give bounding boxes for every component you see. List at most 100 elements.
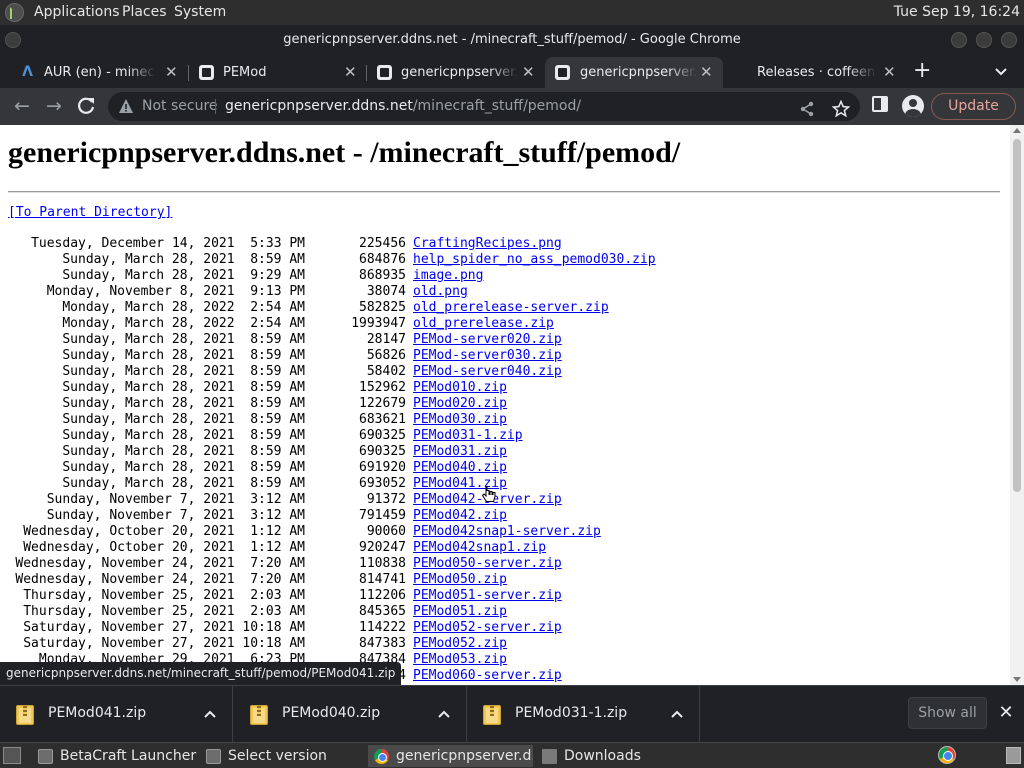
file-link[interactable]: PEMod042snap1-server.zip [413, 524, 601, 540]
file-link[interactable]: PEMod052.zip [413, 636, 507, 652]
bookmark-star-icon[interactable] [832, 100, 850, 118]
scroll-up-icon[interactable] [1013, 128, 1021, 133]
tray-chrome-icon[interactable] [938, 746, 956, 764]
page-icon [555, 65, 570, 80]
not-secure-label[interactable]: Not secure [142, 98, 218, 114]
download-item[interactable]: PEMod031-1.zip [467, 686, 700, 742]
file-link[interactable]: PEMod052-server.zip [413, 620, 562, 636]
places-menu[interactable]: Places [122, 4, 167, 20]
file-link[interactable]: PEMod042snap1.zip [413, 540, 546, 556]
taskbar-item-select-version[interactable]: Select version [200, 745, 365, 767]
file-link[interactable]: PEMod-server040.zip [413, 364, 562, 380]
close-download-shelf-icon[interactable]: ✕ [996, 703, 1016, 723]
scroll-down-icon[interactable] [1013, 677, 1021, 682]
file-date: Sunday, March 28, 2021 8:59 AM [62, 396, 305, 411]
tab-genericpnpserver-active[interactable]: genericpnpserver.ddns ✕ [545, 57, 723, 88]
update-button[interactable]: Update [931, 93, 1016, 120]
file-link[interactable]: PEMod-server020.zip [413, 332, 562, 348]
chevron-up-icon[interactable] [202, 706, 218, 722]
parent-directory-link[interactable]: [To Parent Directory] [8, 205, 172, 220]
vertical-scrollbar[interactable] [1010, 125, 1024, 685]
listing-row: Sunday, March 28, 2021 8:59 AM 691920 PEMo… [0, 460, 1010, 476]
close-icon[interactable]: ✕ [883, 57, 896, 88]
file-date: Thursday, November 25, 2021 2:03 AM [23, 588, 305, 603]
file-link[interactable]: PEMod051-server.zip [413, 588, 562, 604]
address-bar[interactable]: Not secure genericpnpserver.ddns.net/min… [108, 92, 860, 121]
share-icon[interactable] [798, 100, 816, 118]
back-icon[interactable]: ← [10, 94, 34, 118]
show-desktop-icon[interactable] [3, 747, 21, 764]
file-link[interactable]: CraftingRecipes.png [413, 236, 562, 252]
taskbar-item-betacraft[interactable]: BetaCraft Launcher ... [32, 745, 197, 767]
applications-menu[interactable]: Applications [34, 4, 120, 20]
file-date: Monday, March 28, 2022 2:54 AM [62, 316, 305, 331]
file-link[interactable]: PEMod050-server.zip [413, 556, 562, 572]
file-link[interactable]: PEMod031.zip [413, 444, 507, 460]
side-panel-icon[interactable] [872, 96, 888, 112]
show-all-downloads-button[interactable]: Show all [908, 697, 987, 729]
close-icon[interactable]: ✕ [165, 57, 178, 88]
url-text[interactable]: genericpnpserver.ddns.net/minecraft_stuf… [225, 98, 581, 114]
listing-row: Wednesday, November 24, 2021 7:20 AM 8147… [0, 572, 1010, 588]
file-date: Sunday, March 28, 2021 8:59 AM [62, 332, 305, 347]
file-date: Saturday, November 27, 2021 10:18 AM [23, 636, 305, 651]
close-icon[interactable]: ✕ [344, 57, 357, 88]
new-tab-icon[interactable]: + [913, 58, 931, 84]
file-link[interactable]: PEMod040.zip [413, 460, 507, 476]
file-date: Sunday, March 28, 2021 8:59 AM [62, 348, 305, 363]
tab-releases[interactable]: Releases · coffeeno ✕ [733, 57, 903, 88]
taskbar-item-chrome[interactable]: genericpnpserver.d... [368, 745, 533, 767]
file-link[interactable]: PEMod031-1.zip [413, 428, 523, 444]
reload-icon[interactable] [74, 94, 98, 118]
file-link[interactable]: old.png [413, 284, 468, 300]
file-link[interactable]: PEMod042.zip [413, 508, 507, 524]
file-link[interactable]: old_prerelease.zip [413, 316, 554, 332]
file-link[interactable]: PEMod020.zip [413, 396, 507, 412]
system-menu[interactable]: System [174, 4, 226, 20]
profile-avatar-icon[interactable] [902, 95, 924, 117]
taskbar-item-downloads[interactable]: Downloads [536, 745, 701, 767]
tab-label: Releases · coffeeno [757, 65, 877, 80]
file-link[interactable]: PEMod-server030.zip [413, 348, 562, 364]
chevron-up-icon[interactable] [436, 706, 452, 722]
file-link[interactable]: PEMod030.zip [413, 412, 507, 428]
page-icon [199, 65, 214, 80]
file-date: Wednesday, October 20, 2021 1:12 AM [23, 524, 305, 539]
tab-strip: Λ AUR (en) - minecraft ✕ PEMod ✕ generic… [0, 55, 1024, 88]
listing-row: Thursday, November 25, 2021 2:03 AM 84536… [0, 604, 1010, 620]
tab-search-icon[interactable] [992, 62, 1010, 80]
chrome-icon [374, 749, 389, 764]
tab-aur[interactable]: Λ AUR (en) - minecraft ✕ [20, 57, 182, 88]
window-titlebar[interactable]: genericpnpserver.ddns.net - /minecraft_s… [0, 25, 1024, 55]
minimize-icon[interactable] [951, 32, 967, 48]
file-link[interactable]: PEMod010.zip [413, 380, 507, 396]
download-filename: PEMod040.zip [282, 705, 381, 721]
file-link[interactable]: image.png [413, 268, 483, 284]
download-item[interactable]: PEMod040.zip [234, 686, 467, 742]
download-filename: PEMod041.zip [48, 705, 147, 721]
file-link[interactable]: PEMod053.zip [413, 652, 507, 668]
window-menu-icon[interactable] [5, 32, 21, 48]
file-link[interactable]: PEMod050.zip [413, 572, 507, 588]
forward-icon[interactable]: → [42, 94, 66, 118]
listing-row: Sunday, March 28, 2021 8:59 AM 683621 PEMo… [0, 412, 1010, 428]
file-link[interactable]: help_spider_no_ass_pemod030.zip [413, 252, 656, 268]
tab-pemod[interactable]: PEMod ✕ [199, 57, 361, 88]
window-close-icon[interactable] [1001, 32, 1017, 48]
download-item[interactable]: PEMod041.zip [0, 686, 233, 742]
file-link[interactable]: PEMod051.zip [413, 604, 507, 620]
clock[interactable]: Tue Sep 19, 16:24 [894, 4, 1020, 20]
file-link[interactable]: old_prerelease-server.zip [413, 300, 609, 316]
warning-icon[interactable] [118, 98, 134, 114]
taskbar-item-label: BetaCraft Launcher ... [60, 748, 197, 764]
chevron-up-icon[interactable] [669, 706, 685, 722]
workspace-switcher-icon[interactable] [1006, 747, 1021, 764]
zip-file-icon [16, 705, 34, 725]
file-link[interactable]: PEMod060-server.zip [413, 668, 562, 684]
maximize-icon[interactable] [976, 32, 992, 48]
close-icon[interactable]: ✕ [700, 57, 713, 88]
scrollbar-thumb[interactable] [1013, 139, 1021, 492]
distro-logo-icon[interactable] [5, 3, 24, 22]
close-icon[interactable]: ✕ [522, 57, 535, 88]
tab-genericpnpserver-1[interactable]: genericpnpserver.ddns ✕ [377, 57, 539, 88]
